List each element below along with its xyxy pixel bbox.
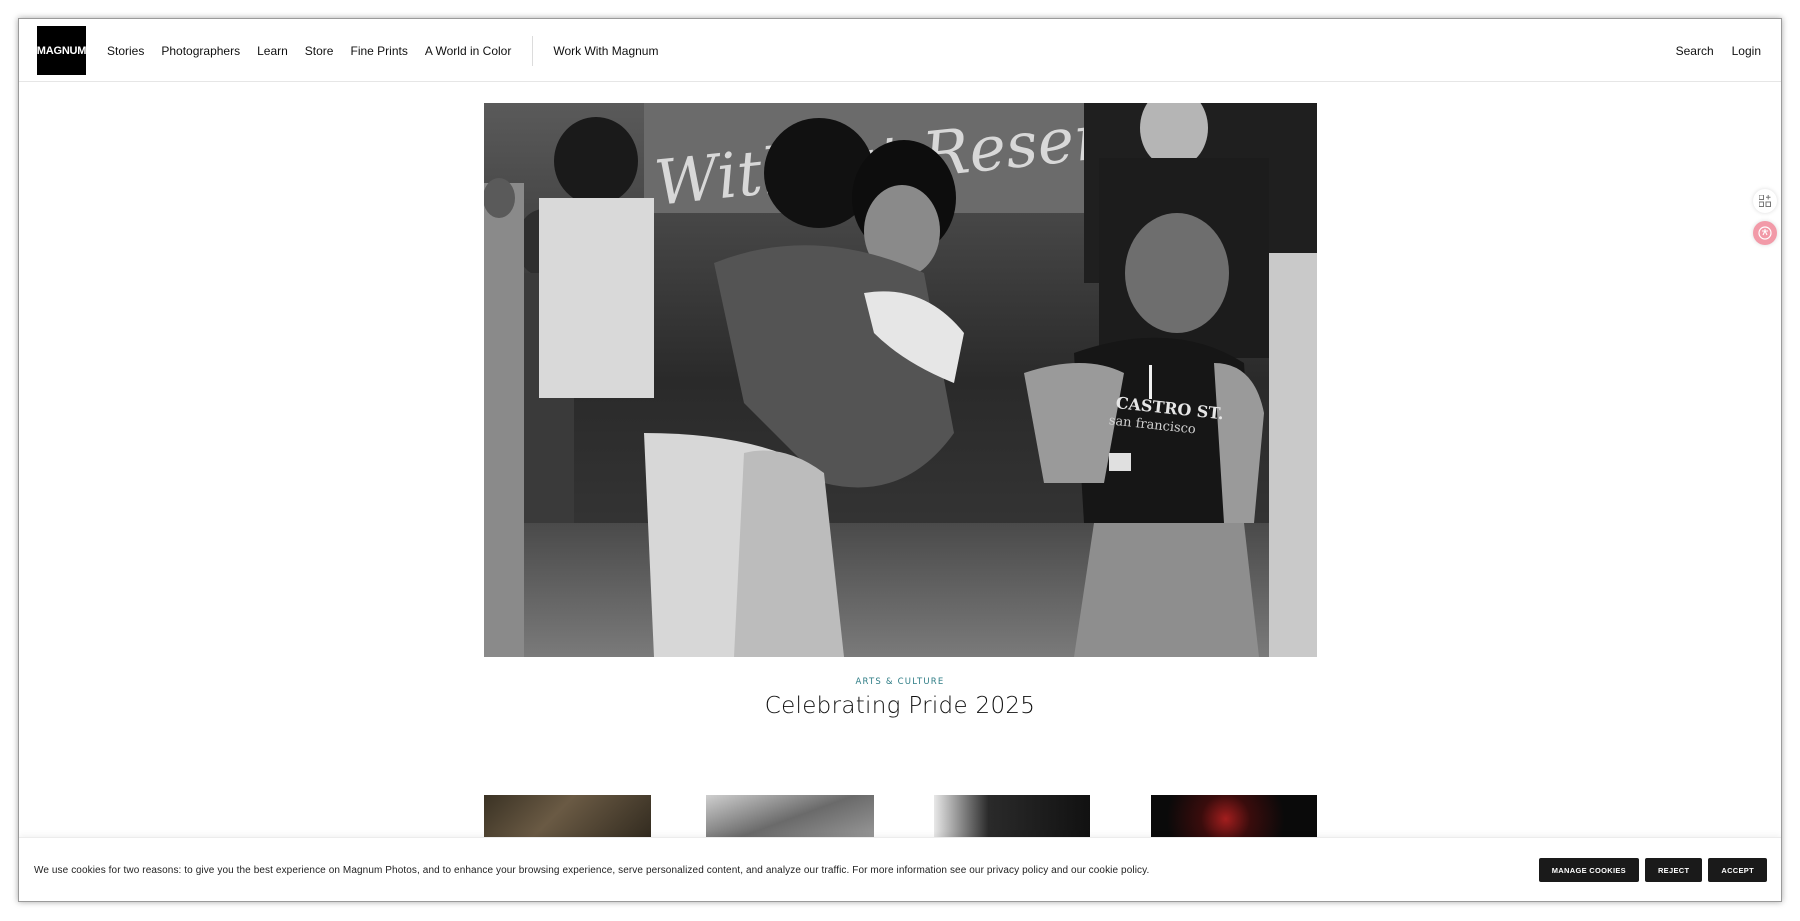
translate-icon[interactable]	[1753, 221, 1777, 245]
cookie-actions: MANAGE COOKIES REJECT ACCEPT	[1533, 838, 1767, 901]
story-title[interactable]: Celebrating Pride 2025	[19, 693, 1781, 719]
nav-divider	[532, 35, 534, 66]
cookie-message: We use cookies for two reasons: to give …	[34, 864, 1150, 876]
login-link[interactable]: Login	[1732, 44, 1761, 58]
main-nav: Stories Photographers Learn Store Fine P…	[107, 19, 675, 82]
side-toolbar	[1753, 189, 1781, 253]
hero-photo-illustration: Without Reservation CASTRO ST. san franc…	[484, 103, 1317, 657]
nav-photographers[interactable]: Photographers	[161, 44, 240, 58]
nav-learn[interactable]: Learn	[257, 44, 288, 58]
hero-photo[interactable]: Without Reservation CASTRO ST. san franc…	[484, 103, 1317, 657]
nav-stories[interactable]: Stories	[107, 44, 144, 58]
accept-cookies-button[interactable]: ACCEPT	[1708, 858, 1767, 882]
story-category[interactable]: ARTS & CULTURE	[19, 677, 1781, 687]
nav-work-with-magnum[interactable]: Work With Magnum	[553, 44, 658, 58]
reject-cookies-button[interactable]: REJECT	[1644, 858, 1703, 882]
header-actions: Search Login	[1658, 19, 1761, 82]
magnum-logo[interactable]: MAGNUM	[37, 26, 86, 75]
nav-world-in-color[interactable]: A World in Color	[425, 44, 511, 58]
search-link[interactable]: Search	[1676, 44, 1714, 58]
cookie-banner: We use cookies for two reasons: to give …	[19, 837, 1781, 901]
nav-store[interactable]: Store	[305, 44, 334, 58]
apps-icon[interactable]	[1753, 189, 1777, 213]
site-header: MAGNUM Stories Photographers Learn Store…	[19, 19, 1781, 82]
nav-fine-prints[interactable]: Fine Prints	[350, 44, 407, 58]
browser-window: MAGNUM Stories Photographers Learn Store…	[18, 18, 1782, 902]
manage-cookies-button[interactable]: MANAGE COOKIES	[1538, 858, 1639, 882]
